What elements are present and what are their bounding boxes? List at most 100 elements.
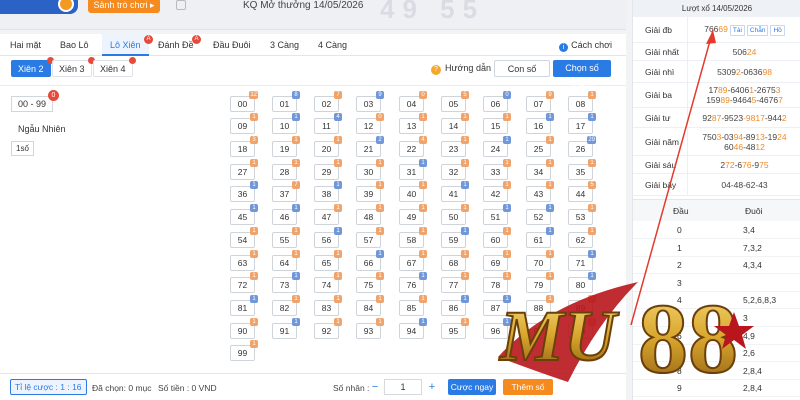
number-cell[interactable]: 06 0 (483, 91, 511, 112)
number-cell[interactable]: 65 1 (314, 250, 342, 271)
bet-now-button[interactable]: Cược ngay (448, 379, 496, 395)
number-cell[interactable]: 55 1 (272, 227, 300, 248)
number-cell[interactable]: 53 1 (568, 204, 596, 225)
number-cell[interactable]: 15 1 (483, 113, 511, 134)
number-cell[interactable]: 97 1 (526, 318, 554, 339)
number-cell[interactable]: 85 1 (399, 295, 427, 316)
number-cell[interactable]: 50 1 (441, 204, 469, 225)
number-cell[interactable]: 31 1 (399, 159, 427, 180)
number-cell[interactable]: 03 9 (356, 91, 384, 112)
number-cell[interactable]: 34 1 (526, 159, 554, 180)
number-cell[interactable]: 39 1 (356, 181, 384, 202)
number-cell[interactable]: 47 1 (314, 204, 342, 225)
tab-0[interactable]: Hai mặt (10, 34, 41, 56)
number-cell[interactable]: 92 1 (314, 318, 342, 339)
subtab-xien-4[interactable]: Xiên 4 (93, 57, 136, 77)
number-cell[interactable]: 08 1 (568, 91, 596, 112)
number-cell[interactable]: 82 1 (272, 295, 300, 316)
number-cell[interactable]: 05 5 (441, 91, 469, 112)
number-cell[interactable]: 14 1 (441, 113, 469, 134)
number-cell[interactable]: 99 1 (230, 340, 258, 361)
number-cell[interactable]: 93 1 (356, 318, 384, 339)
add-number-button[interactable]: Thêm số (503, 379, 553, 395)
tab-5[interactable]: 3 Càng (270, 34, 299, 56)
random-one-button[interactable]: 1số (11, 141, 34, 156)
refresh-icon[interactable] (58, 0, 74, 12)
number-cell[interactable]: 89 1 (568, 295, 596, 316)
number-cell[interactable]: 59 1 (441, 227, 469, 248)
number-cell[interactable]: 70 1 (526, 250, 554, 271)
number-cell[interactable]: 19 1 (272, 136, 300, 157)
number-cell[interactable]: 66 1 (356, 250, 384, 271)
number-cell[interactable]: 88 1 (526, 295, 554, 316)
number-cell[interactable]: 84 1 (356, 295, 384, 316)
tab-6[interactable]: 4 Càng (318, 34, 347, 56)
number-cell[interactable]: 23 1 (441, 136, 469, 157)
number-cell[interactable]: 69 1 (483, 250, 511, 271)
number-cell[interactable]: 48 1 (356, 204, 384, 225)
number-cell[interactable]: 43 1 (526, 181, 554, 202)
number-cell[interactable]: 40 1 (399, 181, 427, 202)
number-cell[interactable]: 63 1 (230, 250, 258, 271)
number-cell[interactable]: 83 1 (314, 295, 342, 316)
number-cell[interactable]: 24 1 (483, 136, 511, 157)
number-cell[interactable]: 21 2 (356, 136, 384, 157)
number-cell[interactable]: 78 1 (483, 272, 511, 293)
number-cell[interactable]: 25 1 (526, 136, 554, 157)
number-cell[interactable]: 35 1 (568, 159, 596, 180)
number-cell[interactable]: 36 1 (230, 181, 258, 202)
number-cell[interactable]: 49 1 (399, 204, 427, 225)
guide-link[interactable]: ? Hướng dẫn (431, 63, 491, 75)
number-cell[interactable]: 56 1 (314, 227, 342, 248)
number-cell[interactable]: 32 1 (441, 159, 469, 180)
number-cell[interactable]: 54 1 (230, 227, 258, 248)
subtab-xien-3[interactable]: Xiên 3 (52, 57, 95, 77)
number-cell[interactable]: 02 7 (314, 91, 342, 112)
number-cell[interactable]: 46 1 (272, 204, 300, 225)
tab-2[interactable]: Lô Xiên (102, 34, 149, 56)
tab-1[interactable]: Bao Lô (60, 34, 89, 56)
number-cell[interactable]: 91 1 (272, 318, 300, 339)
number-cell[interactable]: 80 1 (568, 272, 596, 293)
number-cell[interactable]: 64 1 (272, 250, 300, 271)
number-cell[interactable]: 41 1 (441, 181, 469, 202)
number-cell[interactable]: 58 1 (399, 227, 427, 248)
number-cell[interactable]: 10 1 (272, 113, 300, 134)
number-cell[interactable]: 52 1 (526, 204, 554, 225)
range-selector[interactable]: 00 - 99 0 (11, 90, 59, 112)
number-cell[interactable]: 26 29 (568, 136, 596, 157)
number-cell[interactable]: 37 7 (272, 181, 300, 202)
number-cell[interactable]: 81 1 (230, 295, 258, 316)
number-cell[interactable]: 12 0 (356, 113, 384, 134)
site-logo[interactable] (0, 0, 78, 14)
subtab-xien-2[interactable]: Xiên 2 (11, 57, 54, 77)
history-icon[interactable] (176, 0, 186, 10)
multiplier-minus-button[interactable]: − (368, 380, 382, 394)
number-cell[interactable]: 76 1 (399, 272, 427, 293)
number-cell[interactable]: 61 1 (526, 227, 554, 248)
number-cell[interactable]: 72 1 (230, 272, 258, 293)
number-cell[interactable]: 87 1 (483, 295, 511, 316)
number-cell[interactable]: 13 1 (399, 113, 427, 134)
number-cell[interactable]: 74 1 (314, 272, 342, 293)
number-cell[interactable]: 51 1 (483, 204, 511, 225)
number-cell[interactable]: 67 1 (399, 250, 427, 271)
number-cell[interactable]: 45 1 (230, 204, 258, 225)
number-cell[interactable]: 07 9 (526, 91, 554, 112)
number-cell[interactable]: 18 3 (230, 136, 258, 157)
number-cell[interactable]: 68 1 (441, 250, 469, 271)
number-cell[interactable]: 73 1 (272, 272, 300, 293)
number-cell[interactable]: 27 1 (230, 159, 258, 180)
number-cell[interactable]: 96 1 (483, 318, 511, 339)
number-cell[interactable]: 98 1 (568, 318, 596, 339)
numbers-mode-button[interactable]: Con số (494, 60, 550, 77)
number-cell[interactable]: 04 0 (399, 91, 427, 112)
tab-3[interactable]: Đánh Đề (158, 34, 194, 56)
number-cell[interactable]: 57 1 (356, 227, 384, 248)
number-cell[interactable]: 90 1 (230, 318, 258, 339)
number-cell[interactable]: 38 1 (314, 181, 342, 202)
number-cell[interactable]: 75 1 (356, 272, 384, 293)
number-cell[interactable]: 33 1 (483, 159, 511, 180)
number-cell[interactable]: 86 1 (441, 295, 469, 316)
multiplier-plus-button[interactable]: + (425, 380, 439, 394)
